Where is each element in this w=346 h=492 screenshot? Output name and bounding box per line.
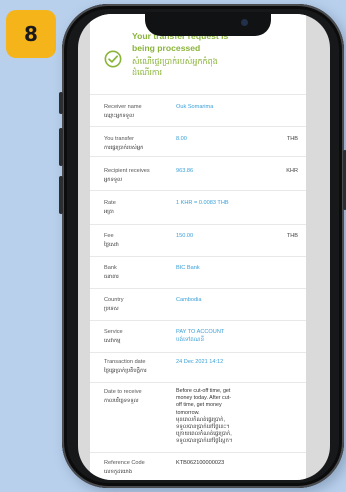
date-to-receive-line: ទទួលបានប្រាក់នៅថ្ងៃស្អែក។ — [176, 438, 233, 445]
date-to-receive-line: tomorrow. — [176, 409, 200, 416]
reference-code-label: Reference Code — [104, 460, 145, 466]
front-camera — [241, 19, 248, 26]
country-value: Cambodia — [176, 297, 202, 303]
you-transfer-row: You transfer ការផ្ទេរប្រាក់របស់អ្នក 8.00… — [90, 126, 306, 157]
rate-label: Rate — [104, 200, 116, 206]
you-transfer-label: You transfer — [104, 136, 134, 142]
date-to-receive-label: Date to receive — [104, 389, 142, 395]
rate-label-khmer: អត្រា — [104, 209, 114, 215]
status-title-line-2: being processed — [132, 43, 201, 53]
status-khmer-line-2: ដំណើរការ — [132, 68, 163, 77]
date-to-receive-value: Before cut-off time, get money today. Af… — [176, 388, 266, 446]
transaction-date-row: Transaction date ថ្ងៃផ្ទេរប្រាក់ប្រតិបត្… — [90, 352, 306, 383]
recipient-receives-unit: KHR — [286, 168, 298, 174]
country-row: Country ប្រទេស Cambodia — [90, 288, 306, 321]
fee-label-khmer: ថ្លៃសេវា — [104, 242, 119, 248]
you-transfer-value: 8.00 — [176, 136, 187, 142]
recipient-receives-label-khmer: អ្នកទទួល — [104, 177, 123, 183]
transaction-date-label-khmer: ថ្ងៃផ្ទេរប្រាក់ប្រតិបត្តិការ — [104, 368, 147, 374]
service-value: PAY TO ACCOUNT — [176, 329, 225, 335]
receiver-name-row: Receiver name ឈ្មោះអ្នកទទួល Ouk Somarima — [90, 94, 306, 127]
receiver-name-label-khmer: ឈ្មោះអ្នកទទួល — [104, 113, 135, 119]
fee-value: 150.00 — [176, 233, 194, 239]
transaction-date-value: 24 Dec 2021 14:12 — [176, 359, 224, 365]
service-row: Service សេវាកម្ម PAY TO ACCOUNT បង់ទៅគណន… — [90, 320, 306, 353]
rate-row: Rate អត្រា 1 KHR = 0.0083 THB — [90, 190, 306, 225]
phone-volume-up-button — [59, 128, 63, 166]
transfer-details-panel[interactable]: Your transfer request is being processed… — [90, 14, 306, 480]
phone-silent-switch — [59, 92, 63, 114]
reference-code-value: KTB062100000023 — [176, 460, 225, 466]
receiver-name-value: Ouk Somarima — [176, 104, 214, 110]
date-to-receive-line: Before cut-off time, get — [176, 388, 231, 394]
service-value-khmer: បង់ទៅគណនី — [176, 337, 205, 343]
status-title-khmer: សំណើផ្ទេរប្រាក់របស់អ្នកកំពុង ដំណើរការ — [132, 56, 302, 78]
fee-label: Fee — [104, 233, 114, 239]
you-transfer-label-khmer: ការផ្ទេរប្រាក់របស់អ្នក — [104, 145, 144, 151]
country-label-khmer: ប្រទេស — [104, 306, 119, 312]
service-label: Service — [104, 329, 123, 335]
country-label: Country — [104, 297, 124, 303]
date-to-receive-line: off time, get money — [176, 402, 222, 409]
recipient-receives-value: 963.86 — [176, 168, 194, 174]
date-to-receive-line: money today. After cut- — [176, 395, 232, 402]
you-transfer-unit: THB — [286, 136, 298, 142]
receiver-name-label: Receiver name — [104, 104, 142, 110]
date-to-receive-row: Date to receive កាលបរិច្ឆេទទទួល Before c… — [90, 382, 306, 453]
fee-unit: THB — [286, 233, 298, 239]
date-to-receive-label-khmer: កាលបរិច្ឆេទទទួល — [104, 398, 139, 404]
phone-volume-down-button — [59, 176, 63, 214]
transaction-date-label: Transaction date — [104, 359, 146, 365]
bank-label: Bank — [104, 265, 117, 271]
bank-row: Bank ធនាគារ BIC Bank — [90, 256, 306, 289]
rate-value: 1 KHR = 0.0083 THB — [176, 200, 229, 206]
reference-code-label-khmer: លេខកូដយោង — [104, 469, 132, 475]
step-number-badge: 8 — [6, 10, 56, 58]
date-to-receive-line: មុនពេលកំណត់ផ្ទេរប្រាក់, — [176, 416, 226, 423]
check-circle-icon — [104, 50, 122, 68]
recipient-receives-row: Recipient receives អ្នកទទួល 963.86 KHR — [90, 156, 306, 191]
bank-value: BIC Bank — [176, 265, 200, 271]
bank-label-khmer: ធនាគារ — [104, 274, 119, 280]
fee-row: Fee ថ្លៃសេវា 150.00 THB — [90, 224, 306, 257]
reference-code-row: Reference Code លេខកូដយោង KTB062100000023 — [90, 452, 306, 480]
phone-notch — [145, 12, 271, 36]
recipient-receives-label: Recipient receives — [104, 168, 150, 174]
service-label-khmer: សេវាកម្ម — [104, 338, 121, 344]
phone-screen: Your transfer request is being processed… — [78, 14, 330, 480]
status-khmer-line-1: សំណើផ្ទេរប្រាក់របស់អ្នកកំពុង — [132, 57, 218, 66]
